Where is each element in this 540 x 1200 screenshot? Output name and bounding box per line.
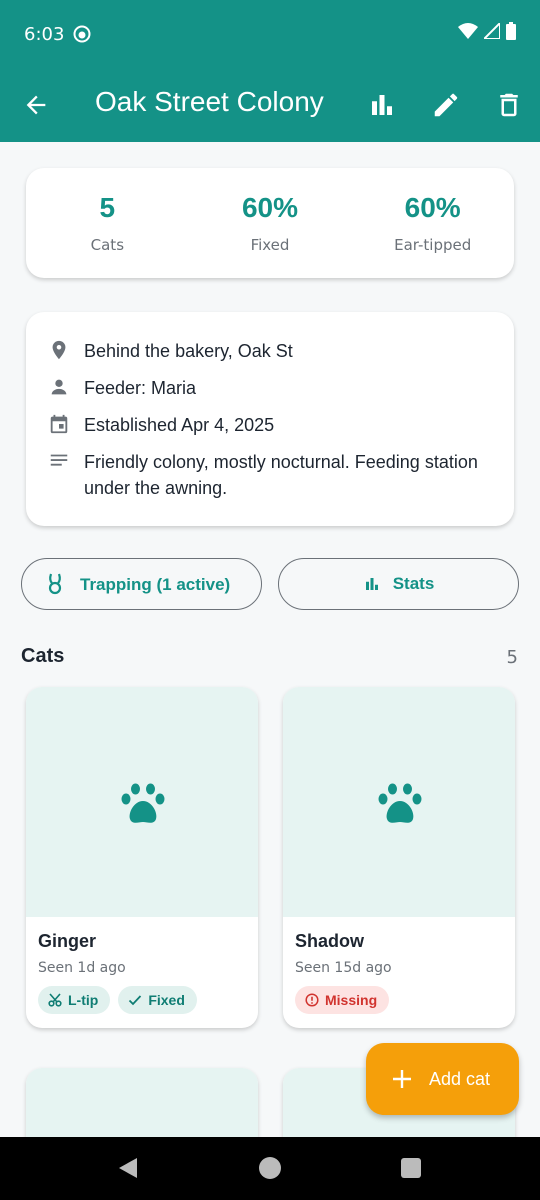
tag-label: Fixed: [148, 992, 185, 1008]
page-title: Oak Street Colony: [95, 86, 324, 117]
bar-chart-icon[interactable]: [367, 90, 397, 120]
stat-value: 5: [99, 192, 116, 223]
paw-icon: [378, 783, 422, 823]
paw-icon: [121, 783, 165, 823]
check-icon: [129, 995, 142, 1006]
trapping-button[interactable]: Trapping (1 active): [21, 558, 262, 610]
stat-label: Fixed: [250, 236, 290, 254]
stats-label: Stats: [392, 574, 435, 593]
notes-text: Friendly colony, mostly nocturnal. Feedi…: [84, 452, 478, 498]
notification-icon: [73, 25, 91, 43]
wifi-icon: [458, 23, 478, 39]
cat-card-shadow[interactable]: Shadow Seen 15d ago Missing: [283, 687, 515, 1028]
person-icon: [51, 379, 67, 395]
stat-cats: 5 Cats: [26, 168, 189, 278]
bar-chart-icon: [365, 578, 378, 590]
system-nav-bar: [0, 1137, 540, 1200]
trapping-label: Trapping (1 active): [80, 574, 231, 594]
tag-fixed: Fixed: [118, 986, 197, 1014]
cat-card-ginger[interactable]: Ginger Seen 1d ago L-tip Fixed: [26, 687, 258, 1028]
status-bar: 6:03: [0, 0, 540, 68]
established-text: Established Apr 4, 2025: [84, 415, 275, 435]
add-cat-label: Add cat: [429, 1068, 491, 1089]
cat-name: Shadow: [295, 931, 365, 951]
stat-value: 60%: [404, 192, 461, 223]
trap-icon: [48, 573, 62, 595]
tag-missing: Missing: [295, 986, 390, 1014]
cat-photo-placeholder: [26, 687, 258, 917]
nav-back-icon[interactable]: [117, 1157, 139, 1179]
cat-name: Ginger: [38, 931, 97, 951]
cat-photo-placeholder: [283, 687, 515, 917]
info-established: Established Apr 4, 2025: [48, 412, 492, 438]
plus-icon: [393, 1070, 411, 1088]
stat-fixed: 60% Fixed: [189, 168, 352, 278]
cat-last-seen: Seen 1d ago: [38, 960, 126, 976]
notes-icon: [50, 454, 68, 466]
nav-home-icon[interactable]: [258, 1157, 282, 1181]
feeder-text: Feeder: Maria: [84, 378, 197, 398]
calendar-icon: [50, 414, 68, 434]
add-cat-button[interactable]: Add cat: [366, 1043, 519, 1115]
delete-icon[interactable]: [494, 90, 524, 120]
stat-label: Ear-tipped: [394, 236, 472, 254]
tag-label: Missing: [325, 992, 378, 1008]
back-arrow-icon[interactable]: [22, 91, 50, 119]
nav-recents-icon[interactable]: [400, 1157, 422, 1179]
colony-stats-card: 5 Cats 60% Fixed 60% Ear-tipped: [26, 168, 514, 278]
scissors-icon: [48, 993, 62, 1007]
location-text: Behind the bakery, Oak St: [84, 341, 293, 361]
stats-button[interactable]: Stats: [278, 558, 519, 610]
status-time: 6:03: [24, 24, 65, 45]
info-notes: Friendly colony, mostly nocturnal. Feedi…: [48, 449, 492, 501]
signal-icon: [484, 23, 500, 39]
alert-circle-icon: [305, 993, 319, 1007]
info-location: Behind the bakery, Oak St: [48, 338, 492, 364]
stat-value: 60%: [241, 192, 299, 223]
edit-icon[interactable]: [431, 90, 461, 120]
location-pin-icon: [52, 340, 66, 360]
tag-label: L-tip: [68, 992, 99, 1008]
app-bar: Oak Street Colony: [0, 68, 540, 142]
cat-last-seen: Seen 15d ago: [295, 960, 392, 976]
cats-section-title: Cats: [21, 645, 65, 667]
cats-section-count: 5: [506, 647, 518, 668]
colony-info-card: Behind the bakery, Oak St Feeder: Maria …: [26, 312, 514, 526]
stat-label: Cats: [90, 236, 125, 254]
battery-icon: [506, 22, 516, 40]
info-feeder: Feeder: Maria: [48, 375, 492, 401]
tag-l-tip: L-tip: [38, 986, 111, 1014]
stat-ear-tipped: 60% Ear-tipped: [351, 168, 514, 278]
